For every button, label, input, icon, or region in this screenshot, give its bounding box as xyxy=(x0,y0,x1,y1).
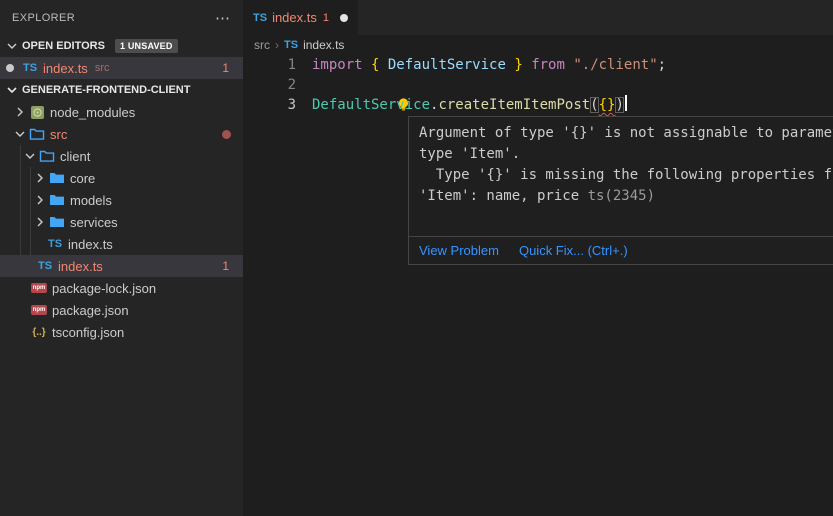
tree-item-label: core xyxy=(70,171,95,186)
typescript-file-icon: TS xyxy=(36,258,54,274)
keyword-import: import xyxy=(312,57,371,73)
tree-item-package-json[interactable]: npm package.json xyxy=(0,299,243,321)
open-editors-label: OPEN EDITORS xyxy=(22,40,105,52)
explorer-header: EXPLORER ⋯ xyxy=(0,0,243,35)
editor-pane: TS index.ts 1 src › TS index.ts 1 import… xyxy=(243,0,833,516)
chevron-right-icon xyxy=(32,170,48,186)
import-binding: DefaultService xyxy=(388,57,506,73)
tree-item-label: tsconfig.json xyxy=(52,325,124,340)
tree-item-tsconfig-json[interactable]: {..} tsconfig.json xyxy=(0,321,243,343)
tree-item-label: models xyxy=(70,193,112,208)
workspace-section-header[interactable]: GENERATE-FRONTEND-CLIENT xyxy=(0,79,243,101)
open-editor-item-index-ts[interactable]: TS index.ts src 1 xyxy=(0,57,243,79)
open-brace: { xyxy=(371,57,388,73)
error-argument: {} xyxy=(599,97,616,113)
chevron-right-icon xyxy=(32,214,48,230)
error-count-badge: 1 xyxy=(222,259,229,273)
tooltip-actions: View Problem Quick Fix... (Ctrl+.) xyxy=(409,236,833,264)
typescript-file-icon: TS xyxy=(253,12,267,24)
breadcrumb-folder[interactable]: src xyxy=(254,38,270,52)
chevron-right-icon xyxy=(12,104,28,120)
editor-tab-bar: TS index.ts 1 xyxy=(243,0,833,35)
line-number: 3 xyxy=(243,95,296,115)
node-modules-folder-icon xyxy=(28,104,46,120)
keyword-from: from xyxy=(531,57,573,73)
text-cursor xyxy=(625,95,627,111)
open-folder-icon xyxy=(28,126,46,142)
npm-file-icon: npm xyxy=(30,280,48,296)
error-hover-tooltip: Argument of type '{}' is not assignable … xyxy=(408,116,833,265)
view-problem-link[interactable]: View Problem xyxy=(419,243,499,258)
tab-error-count: 1 xyxy=(323,12,329,24)
unsaved-dot-icon[interactable] xyxy=(340,14,348,22)
chevron-down-icon xyxy=(4,38,20,54)
tree-item-src-index-ts[interactable]: TS index.ts 1 xyxy=(0,255,243,277)
error-message: Argument of type '{}' is not assignable … xyxy=(409,117,833,236)
code-line-1[interactable]: 1 import { DefaultService } from "./clie… xyxy=(243,55,833,75)
open-folder-icon xyxy=(38,148,56,164)
explorer-title: EXPLORER xyxy=(12,12,75,24)
json-file-icon: {..} xyxy=(30,324,48,340)
code-area[interactable]: 1 import { DefaultService } from "./clie… xyxy=(243,55,833,115)
error-code: ts(2345) xyxy=(588,188,655,204)
module-string: "./client" xyxy=(573,57,657,73)
tab-index-ts[interactable]: TS index.ts 1 xyxy=(243,0,358,35)
open-paren: ( xyxy=(590,97,598,113)
tree-item-client[interactable]: client xyxy=(0,145,243,167)
tree-item-services[interactable]: services xyxy=(0,211,243,233)
service-class: DefaultService xyxy=(312,97,430,113)
workspace-label: GENERATE-FRONTEND-CLIENT xyxy=(22,84,190,96)
line-number: 1 xyxy=(243,55,296,75)
tree-item-core[interactable]: core xyxy=(0,167,243,189)
tree-item-label: node_modules xyxy=(50,105,135,120)
tree-item-label: services xyxy=(70,215,118,230)
tree-item-label: package.json xyxy=(52,303,129,318)
chevron-down-icon xyxy=(22,148,38,164)
typescript-file-icon: TS xyxy=(284,39,298,51)
tree-item-node-modules[interactable]: node_modules xyxy=(0,101,243,123)
close-brace: } xyxy=(506,57,531,73)
file-tree: node_modules src xyxy=(0,101,243,343)
chevron-down-icon xyxy=(4,82,20,98)
vscode-window: EXPLORER ⋯ OPEN EDITORS 1 UNSAVED TS ind… xyxy=(0,0,833,516)
code-line-2[interactable]: 2 xyxy=(243,75,833,95)
chevron-right-icon xyxy=(32,192,48,208)
tree-item-label: index.ts xyxy=(58,259,103,274)
typescript-file-icon: TS xyxy=(46,236,64,252)
breadcrumb-file[interactable]: index.ts xyxy=(303,38,344,52)
tree-item-label: src xyxy=(50,127,67,142)
quick-fix-link[interactable]: Quick Fix... (Ctrl+.) xyxy=(519,243,628,258)
semicolon: ; xyxy=(658,57,666,73)
npm-file-icon: npm xyxy=(30,302,48,318)
open-editor-path-detail: src xyxy=(95,62,110,74)
explorer-sidebar: EXPLORER ⋯ OPEN EDITORS 1 UNSAVED TS ind… xyxy=(0,0,243,516)
folder-icon xyxy=(48,214,66,230)
tree-item-label: package-lock.json xyxy=(52,281,156,296)
line-number: 2 xyxy=(243,75,296,95)
breadcrumb: src › TS index.ts xyxy=(243,35,833,55)
typescript-file-icon: TS xyxy=(21,60,39,76)
open-editors-section-header[interactable]: OPEN EDITORS 1 UNSAVED xyxy=(0,35,243,57)
chevron-down-icon xyxy=(12,126,28,142)
tree-item-src[interactable]: src xyxy=(0,123,243,145)
folder-icon xyxy=(48,192,66,208)
tab-filename: index.ts xyxy=(272,10,317,25)
close-paren: ) xyxy=(615,97,623,113)
tree-item-label: client xyxy=(60,149,90,164)
tree-item-client-index-ts[interactable]: TS index.ts xyxy=(0,233,243,255)
tree-item-models[interactable]: models xyxy=(0,189,243,211)
method-name: createItemItemPost xyxy=(438,97,590,113)
breadcrumb-separator-icon: › xyxy=(275,38,279,52)
error-dot-badge xyxy=(222,130,231,139)
open-editor-filename: index.ts xyxy=(43,61,88,76)
more-actions-icon[interactable]: ⋯ xyxy=(215,9,231,27)
code-line-3[interactable]: 3 DefaultService.createItemItemPost({}) xyxy=(243,95,833,115)
modified-dot-icon xyxy=(6,64,14,72)
tree-item-package-lock-json[interactable]: npm package-lock.json xyxy=(0,277,243,299)
tree-item-label: index.ts xyxy=(68,237,113,252)
error-count-badge: 1 xyxy=(222,61,229,75)
folder-icon xyxy=(48,170,66,186)
unsaved-badge: 1 UNSAVED xyxy=(115,39,178,53)
